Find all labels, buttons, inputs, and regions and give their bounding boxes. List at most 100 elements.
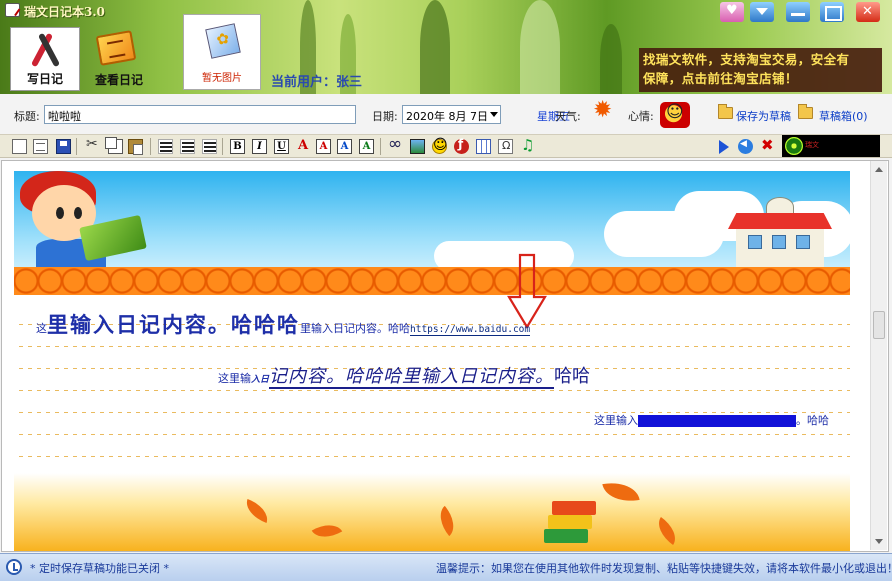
- current-user-prefix: 当前用户：: [271, 75, 337, 90]
- boy-illustration: [16, 171, 147, 267]
- folder-icon: [718, 104, 733, 119]
- underline-button[interactable]: U: [274, 139, 289, 154]
- sun-icon[interactable]: [590, 97, 618, 126]
- view-diary-button[interactable]: 查看日记: [84, 27, 154, 91]
- copy-icon[interactable]: [105, 137, 123, 154]
- menu-dropdown-button[interactable]: [750, 2, 774, 22]
- app-icon: [5, 3, 20, 17]
- mood-label: 心情:: [628, 110, 654, 123]
- close-button[interactable]: [856, 2, 880, 22]
- fence-decoration: [14, 267, 850, 295]
- write-diary-label: 写日记: [26, 72, 63, 86]
- photo-box[interactable]: 暂无图片: [183, 14, 261, 90]
- editor-text: 哈哈: [554, 366, 591, 387]
- align-left-icon[interactable]: [158, 139, 173, 154]
- editor-text-large: 里输入日记内容。哈哈哈: [47, 312, 300, 337]
- editor-text-small: 入日: [251, 375, 270, 385]
- skin-button[interactable]: [720, 2, 744, 22]
- align-right-icon[interactable]: [202, 139, 217, 154]
- music-visualizer: 瑞文: [782, 135, 880, 157]
- insert-table-icon[interactable]: [476, 139, 491, 154]
- paste-icon[interactable]: [128, 139, 143, 155]
- maximize-button[interactable]: [820, 2, 844, 22]
- cut-icon[interactable]: [85, 136, 100, 154]
- editor-url-link[interactable]: https://www.baidu.com: [410, 324, 531, 336]
- books-decoration: [544, 493, 602, 549]
- editor-text: 里输入日记内容。哈哈: [300, 322, 410, 335]
- write-diary-button[interactable]: 写日记: [10, 27, 80, 91]
- date-label: 日期:: [372, 110, 398, 123]
- chevron-down-icon: [490, 112, 498, 117]
- toolbar-separator: [380, 138, 381, 155]
- tip-message: 温馨提示：如果您在使用其他软件时发现复制、粘贴等快捷键失效，请将本软件最小化或退…: [436, 562, 892, 575]
- editor-text-italic: 记内容。哈哈哈里输入日记内容。: [269, 366, 555, 389]
- stop-icon[interactable]: [760, 136, 775, 154]
- date-value: 2020年 8月 7日: [406, 110, 488, 123]
- insert-music-icon[interactable]: [520, 136, 535, 154]
- scroll-up-icon[interactable]: [875, 167, 883, 172]
- scroll-thumb[interactable]: [873, 311, 885, 339]
- diary-editor[interactable]: 这里输入日记内容。哈哈哈里输入日记内容。哈哈https://www.baidu.…: [1, 160, 889, 552]
- previous-track-icon[interactable]: [738, 139, 753, 154]
- highlight-button[interactable]: A: [359, 139, 374, 154]
- toolbar-separator: [150, 138, 151, 155]
- minimize-button[interactable]: [786, 2, 810, 22]
- open-document-icon[interactable]: [33, 139, 48, 154]
- photo-label: 暂无图片: [202, 73, 242, 84]
- editor-text: 这里输: [218, 372, 251, 385]
- diary-paper: 这里输入日记内容。哈哈哈里输入日记内容。哈哈https://www.baidu.…: [14, 171, 850, 551]
- toolbar-separator: [222, 138, 223, 155]
- promo-line-1: 找瑞文软件，支持淘宝交易，安全有: [643, 52, 850, 67]
- insert-link-icon[interactable]: [388, 134, 403, 154]
- insert-emoticon-icon[interactable]: [432, 137, 448, 154]
- save-icon[interactable]: [56, 139, 71, 154]
- save-draft-button[interactable]: 保存为草稿: [736, 108, 791, 124]
- view-diary-label: 查看日记: [94, 73, 143, 87]
- special-char-icon[interactable]: [498, 139, 513, 154]
- font-button[interactable]: A: [316, 139, 331, 154]
- italic-button[interactable]: I: [252, 139, 267, 154]
- highlighted-text: [638, 415, 796, 427]
- date-picker[interactable]: 2020年 8月 7日: [402, 105, 501, 124]
- house-decoration: [728, 197, 832, 269]
- weather-label: 天气:: [555, 110, 581, 123]
- title-input[interactable]: 啦啦啦: [44, 105, 356, 124]
- smiley-icon[interactable]: [660, 102, 690, 128]
- current-user-name: 张三: [336, 75, 363, 90]
- bold-button[interactable]: B: [230, 139, 245, 154]
- play-icon[interactable]: [719, 140, 729, 154]
- insert-flash-icon[interactable]: [454, 137, 469, 154]
- editor-text: 这: [36, 322, 47, 335]
- player-tag: 瑞文: [805, 141, 819, 149]
- clock-icon: [6, 559, 22, 575]
- current-user: 当前用户：张三: [271, 71, 362, 90]
- editor-toolbar: B I U A A A: [0, 134, 892, 158]
- editor-line-2: 这里输入日记内容。哈哈哈里输入日记内容。哈哈: [218, 362, 591, 389]
- editor-text: 这里输入: [594, 414, 638, 427]
- new-document-icon[interactable]: [12, 139, 27, 154]
- toolbar-separator: [76, 138, 77, 155]
- window-title: 瑞文日记本3.0: [24, 5, 105, 19]
- drafts-button[interactable]: 草稿箱(0): [819, 108, 868, 124]
- insert-image-icon[interactable]: [410, 139, 425, 154]
- editor-line-3: 这里输入 。哈哈: [594, 412, 829, 428]
- scroll-down-icon[interactable]: [875, 539, 883, 544]
- autumn-decoration: [14, 473, 850, 551]
- font-size-button[interactable]: A: [337, 139, 352, 154]
- taobao-promo-link[interactable]: 找瑞文软件，支持淘宝交易，安全有 保障，点击前往淘宝店铺！: [639, 48, 882, 92]
- status-bar: * 定时保存草稿功能已关闭 * 温馨提示：如果您在使用其他软件时发现复制、粘贴等…: [0, 553, 892, 581]
- font-color-icon[interactable]: [295, 138, 310, 154]
- editor-line-1: 这里输入日记内容。哈哈哈里输入日记内容。哈哈https://www.baidu.…: [36, 309, 531, 339]
- autosave-status: * 定时保存草稿功能已关闭 *: [30, 562, 169, 575]
- diary-book-icon: [95, 30, 137, 66]
- promo-line-2: 保障，点击前往淘宝店铺！: [643, 71, 798, 86]
- align-center-icon[interactable]: [180, 139, 195, 154]
- editor-text: 。哈哈: [796, 414, 829, 427]
- title-label: 标题:: [14, 110, 40, 123]
- grass-decoration: [520, 0, 560, 94]
- pen-icon: [30, 32, 61, 70]
- editor-scrollbar[interactable]: [870, 161, 887, 550]
- grass-decoration: [420, 0, 450, 94]
- grass-decoration: [600, 24, 622, 94]
- folder-icon: [798, 104, 813, 119]
